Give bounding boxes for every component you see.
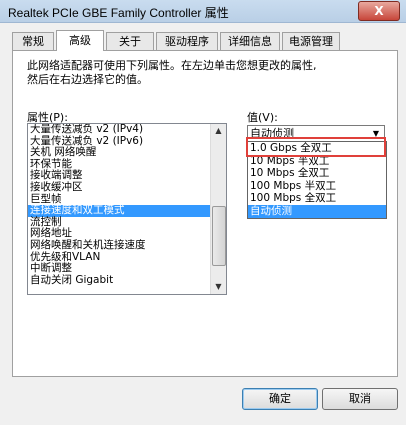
ok-button[interactable]: 确定 [242, 388, 318, 410]
description-line-2: 然后在右边选择它的值。 [27, 73, 148, 86]
scroll-up-icon[interactable]: ▲ [211, 124, 226, 138]
dropdown-option[interactable]: 10 Mbps 全双工 [248, 167, 386, 180]
tab-about[interactable]: 关于 [106, 32, 154, 50]
list-item[interactable]: 自动关闭 Gigabit [28, 274, 226, 287]
tab-driver[interactable]: 驱动程序 [156, 32, 218, 50]
list-item[interactable]: 大量传送减负 v2 (IPv4) [28, 124, 226, 136]
scroll-down-icon[interactable]: ▼ [211, 280, 226, 294]
list-item-selected[interactable]: 连接速度和双工模式 [28, 205, 226, 217]
window-title: Realtek PCIe GBE Family Controller 属性 [8, 6, 229, 20]
value-label: 值(V): [247, 111, 278, 124]
tab-details[interactable]: 详细信息 [220, 32, 280, 50]
close-button[interactable]: X [358, 1, 400, 21]
scroll-thumb[interactable] [212, 206, 226, 266]
tab-advanced[interactable]: 高级 [56, 30, 104, 51]
annotation-highlight [246, 137, 386, 157]
title-bar: Realtek PCIe GBE Family Controller 属性 X [0, 0, 406, 23]
property-list[interactable]: 大量传送减负 v2 (IPv4) 大量传送减负 v2 (IPv6) 关机 网络唤… [27, 123, 227, 295]
description-line-1: 此网络适配器可使用下列属性。在左边单击您想更改的属性, [27, 59, 317, 72]
dropdown-option[interactable]: 100 Mbps 半双工 [248, 180, 386, 193]
dropdown-option[interactable]: 100 Mbps 全双工 [248, 192, 386, 205]
advanced-panel: 此网络适配器可使用下列属性。在左边单击您想更改的属性, 然后在右边选择它的值。 … [12, 50, 398, 377]
list-item[interactable]: 网络唤醒和关机连接速度 [28, 239, 226, 252]
tab-general[interactable]: 常规 [12, 32, 54, 50]
tab-power-management[interactable]: 电源管理 [282, 32, 340, 50]
cancel-button[interactable]: 取消 [322, 388, 398, 410]
property-list-scrollbar[interactable]: ▲ ▼ [210, 124, 226, 294]
list-item[interactable]: 接收缓冲区 [28, 181, 226, 194]
description: 此网络适配器可使用下列属性。在左边单击您想更改的属性, 然后在右边选择它的值。 [27, 59, 387, 87]
dropdown-option-selected[interactable]: 自动侦测 [248, 204, 386, 218]
list-item[interactable]: 中断调整 [28, 263, 226, 275]
